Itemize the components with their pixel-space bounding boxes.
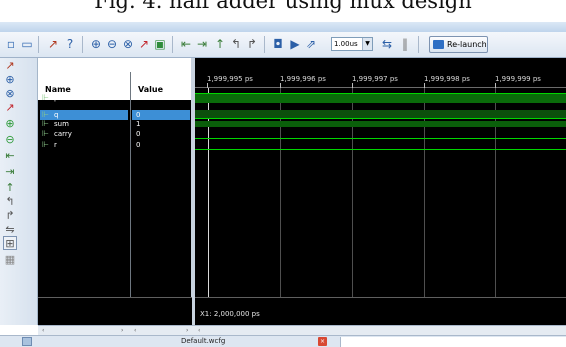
zoom-area-icon[interactable]: ⊞: [3, 236, 17, 250]
relaunch-button[interactable]: Re-launch: [429, 36, 488, 53]
chevron-down-icon[interactable]: ▼: [362, 38, 372, 50]
time-gridline: [280, 88, 281, 297]
time-tick-label: 1,999,996 ps: [280, 75, 326, 83]
waveform-p: [195, 93, 566, 103]
signal-name: p: [54, 94, 59, 102]
signal-icon: ⊩: [42, 129, 49, 138]
waveform-q: [195, 110, 566, 118]
column-divider[interactable]: [130, 72, 131, 297]
signal-name: sum: [54, 120, 69, 128]
go-to-end-tool-icon[interactable]: ⇥: [3, 164, 17, 178]
waveform-r: [195, 149, 566, 150]
add-marker-icon[interactable]: ↰: [228, 36, 244, 52]
relaunch-icon: [433, 40, 444, 49]
toolbar-separator: [172, 36, 173, 53]
zoom-cursor-icon[interactable]: ↗: [136, 36, 152, 52]
scroll-left-icon[interactable]: ‹: [42, 326, 44, 335]
toolbar-separator: [38, 36, 39, 53]
signal-icon: ⊩: [42, 140, 49, 149]
waveform-sum-fill: [195, 121, 566, 127]
figure-caption: Fig. 4. half adder using mux design: [0, 0, 566, 22]
time-cursor[interactable]: [208, 88, 209, 297]
time-tick-label: 1,999,995 ps: [207, 75, 253, 83]
go-to-start-tool-icon[interactable]: ⇤: [3, 148, 17, 162]
waveform-carry: [195, 138, 566, 139]
time-gridline: [495, 88, 496, 297]
scroll-left-icon[interactable]: ‹: [134, 326, 136, 335]
go-to-start-icon[interactable]: ⇤: [178, 36, 194, 52]
signal-row-p[interactable]: ⊩ p: [40, 93, 58, 103]
run-all-icon[interactable]: ▶: [287, 36, 303, 52]
scroll-left-icon[interactable]: ‹: [198, 326, 200, 335]
zoom-fit-icon[interactable]: ⊗: [120, 36, 136, 52]
time-gridline: [352, 88, 353, 297]
left-toolbar: ↗ ⊕ ⊗ ↗ ⊕ ⊖ ⇤ ⇥ ↑ ↰ ↱ ⇋ ⊞ ▦: [0, 58, 38, 325]
pointer-tool-icon[interactable]: ↗: [3, 58, 17, 72]
snap-icon[interactable]: ▣: [152, 36, 168, 52]
add-marker-tool-icon[interactable]: ↰: [3, 194, 17, 208]
zoom-cursor-tool-icon[interactable]: ↗: [3, 100, 17, 114]
toolbar-separator: [418, 36, 419, 53]
time-tick-label: 1,999,998 ps: [424, 75, 470, 83]
go-to-end-icon[interactable]: ⇥: [194, 36, 210, 52]
signal-name: r: [54, 141, 57, 149]
next-marker-icon[interactable]: ↱: [244, 36, 260, 52]
figure-caption-text: Fig. 4. half adder using mux design: [94, 0, 472, 13]
swap-cursors-icon[interactable]: ⇋: [3, 222, 17, 236]
signal-row-carry[interactable]: ⊩ carry: [40, 129, 72, 139]
close-icon[interactable]: ×: [318, 337, 327, 346]
signal-name: q: [54, 111, 59, 119]
help-cursor-icon[interactable]: ?: [62, 36, 78, 52]
toolbar-separator: [82, 36, 83, 53]
main-toolbar: ▫ ▭ ↗ ? ⊕ ⊖ ⊗ ↗ ▣ ⇤ ⇥ ↑ ↰ ↱ ◘ ▶ ⇗ 1.00us…: [0, 32, 566, 58]
side-panel: [340, 337, 566, 347]
restart-icon[interactable]: ◘: [270, 36, 286, 52]
horizontal-scrollbar[interactable]: ‹ › ‹ › ‹: [38, 325, 566, 335]
signal-value: 0: [136, 130, 141, 138]
next-marker-tool-icon[interactable]: ↱: [3, 208, 17, 222]
signal-value: 0: [136, 141, 141, 149]
zoom-out-icon[interactable]: ⊖: [104, 36, 120, 52]
simulator-window: Fig. 4. half adder using mux design ▫ ▭ …: [0, 0, 566, 347]
zoom-in-tool-icon[interactable]: ⊕: [3, 72, 17, 86]
break-icon[interactable]: ‖: [397, 36, 413, 52]
zoom-fit-tool-icon[interactable]: ⊗: [3, 86, 17, 100]
zoom-in-icon[interactable]: ⊕: [88, 36, 104, 52]
cursor-readout: X1: 2,000,000 ps: [200, 310, 260, 318]
signal-row-sum[interactable]: ⊩ sum: [40, 119, 69, 129]
wave-file-icon: [22, 337, 32, 346]
scroll-right-icon[interactable]: ›: [121, 326, 123, 335]
signal-icon: ⊩: [42, 93, 49, 102]
pointer-icon[interactable]: ↗: [45, 36, 61, 52]
window-banner: [0, 22, 566, 32]
signal-row-r[interactable]: ⊩ r: [40, 140, 57, 150]
time-tick-label: 1,999,999 ps: [495, 75, 541, 83]
window-icon[interactable]: ▭: [19, 36, 35, 52]
signal-value: 1: [136, 94, 141, 102]
signal-icon: ⊩: [42, 119, 49, 128]
signal-value: 1: [136, 120, 141, 128]
previous-transition-tool-icon[interactable]: ↑: [3, 180, 17, 194]
run-time-value: 1.00us: [334, 40, 358, 48]
signal-name: carry: [54, 130, 72, 138]
time-tick-label: 1,999,997 ps: [352, 75, 398, 83]
expand-icon[interactable]: ⊕: [3, 116, 17, 130]
waveform-q-level: [195, 118, 566, 119]
previous-transition-icon[interactable]: ↑: [212, 36, 228, 52]
tab-default-wcfg[interactable]: Default.wcfg: [181, 336, 225, 346]
toolbar-separator: [264, 36, 265, 53]
restore-icon[interactable]: ▫: [3, 36, 19, 52]
run-time-select[interactable]: 1.00us ▼: [331, 37, 373, 51]
collapse-icon[interactable]: ⊖: [3, 132, 17, 146]
waveform-p-edge: [195, 93, 566, 94]
run-for-icon[interactable]: ⇗: [303, 36, 319, 52]
time-gridline: [424, 88, 425, 297]
relaunch-label: Re-launch: [447, 40, 487, 49]
lower-panel: [38, 297, 192, 325]
scroll-right-icon[interactable]: ›: [186, 326, 188, 335]
cursor-status: X1: 2,000,000 ps: [195, 297, 566, 325]
step-icon[interactable]: ⇆: [379, 36, 395, 52]
grid-icon[interactable]: ▦: [3, 252, 17, 266]
